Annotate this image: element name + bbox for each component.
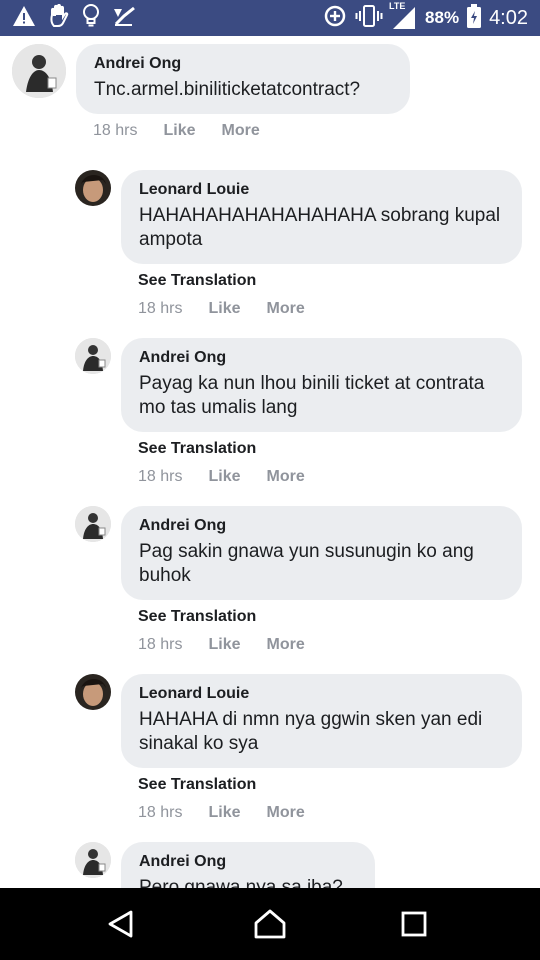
comment-text: Payag ka nun lhou binili ticket at contr… — [139, 373, 485, 418]
comment-time[interactable]: 18 hrs — [138, 300, 182, 318]
lte-signal-icon: LTE — [389, 1, 417, 31]
checkmark-icon — [112, 5, 136, 32]
comment-actions: 18 hrs Like More — [138, 804, 305, 822]
vibrate-icon — [355, 4, 383, 33]
battery-icon — [467, 3, 482, 33]
comment-bubble[interactable]: Andrei Ong Tnc.armel.biniliticketatcontr… — [76, 44, 410, 114]
more-button[interactable]: More — [266, 804, 304, 822]
back-icon[interactable] — [100, 906, 140, 942]
more-button[interactable]: More — [266, 468, 304, 486]
comment-text: Pero gnawa nya sa iba? — [139, 877, 343, 888]
comment-bubble[interactable]: Leonard Louie HAHAHA di nmn nya ggwin sk… — [121, 674, 522, 768]
lightbulb-icon — [82, 3, 100, 33]
see-translation-link[interactable]: See Translation — [138, 440, 256, 458]
data-saver-icon — [323, 4, 347, 33]
comment-actions: 18 hrs Like More — [138, 468, 305, 486]
comment-time[interactable]: 18 hrs — [138, 468, 182, 486]
reply-comment: Andrei Ong Pag sakin gnawa yun susunugin… — [0, 506, 540, 674]
more-button[interactable]: More — [221, 122, 259, 140]
comment-text: HAHAHAHAHAHAHAHAHA sobrang kupal ampota — [139, 205, 501, 250]
reply-comment: Leonard Louie HAHAHA di nmn nya ggwin sk… — [0, 674, 540, 842]
avatar[interactable] — [12, 44, 66, 98]
comment-text: Tnc.armel.biniliticketatcontract? — [94, 79, 361, 100]
comment-time[interactable]: 18 hrs — [138, 804, 182, 822]
battery-percent: 88% — [425, 8, 460, 27]
comment-bubble[interactable]: Andrei Ong Pag sakin gnawa yun susunugin… — [121, 506, 522, 600]
home-icon[interactable] — [250, 906, 290, 942]
clock: 4:02 — [489, 6, 528, 29]
avatar[interactable] — [75, 674, 111, 710]
comments-feed[interactable]: Andrei Ong Tnc.armel.biniliticketatcontr… — [0, 36, 540, 888]
avatar[interactable] — [75, 506, 111, 542]
comment-text: HAHAHA di nmn nya ggwin sken yan edi sin… — [139, 709, 483, 754]
navigation-bar — [0, 888, 540, 960]
notification-icons — [12, 3, 136, 33]
comment-author[interactable]: Leonard Louie — [139, 684, 504, 704]
avatar[interactable] — [75, 842, 111, 878]
reply-comment: Leonard Louie HAHAHAHAHAHAHAHAHA sobrang… — [0, 170, 540, 338]
see-translation-link[interactable]: See Translation — [138, 272, 256, 290]
more-button[interactable]: More — [266, 636, 304, 654]
status-bar: LTE 88% 4:02 — [0, 0, 540, 36]
avatar[interactable] — [75, 338, 111, 374]
comment-text: Pag sakin gnawa yun susunugin ko ang buh… — [139, 541, 474, 586]
comment-time[interactable]: 18 hrs — [138, 636, 182, 654]
comment-time[interactable]: 18 hrs — [93, 122, 137, 140]
like-button[interactable]: Like — [208, 636, 240, 654]
comment-author[interactable]: Andrei Ong — [94, 54, 392, 74]
avatar[interactable] — [75, 170, 111, 206]
see-translation-link[interactable]: See Translation — [138, 608, 256, 626]
comment-author[interactable]: Andrei Ong — [139, 516, 504, 536]
warning-icon — [12, 5, 36, 32]
comment: Andrei Ong Tnc.armel.biniliticketatcontr… — [0, 36, 540, 146]
comment-actions: 18 hrs Like More — [138, 300, 305, 318]
comment-author[interactable]: Andrei Ong — [139, 852, 357, 872]
comment-bubble[interactable]: Leonard Louie HAHAHAHAHAHAHAHAHA sobrang… — [121, 170, 522, 264]
reply-comment: Andrei Ong Payag ka nun lhou binili tick… — [0, 338, 540, 506]
hand-icon — [48, 3, 70, 33]
like-button[interactable]: Like — [208, 804, 240, 822]
reply-comment: Andrei Ong Pero gnawa nya sa iba? — [0, 842, 540, 888]
like-button[interactable]: Like — [208, 300, 240, 318]
like-button[interactable]: Like — [163, 122, 195, 140]
comment-bubble[interactable]: Andrei Ong Pero gnawa nya sa iba? — [121, 842, 375, 888]
recents-icon[interactable] — [394, 906, 434, 942]
comment-author[interactable]: Andrei Ong — [139, 348, 504, 368]
system-status: LTE 88% 4:02 — [323, 1, 528, 33]
comment-actions: 18 hrs Like More — [93, 122, 260, 140]
comment-bubble[interactable]: Andrei Ong Payag ka nun lhou binili tick… — [121, 338, 522, 432]
comment-actions: 18 hrs Like More — [138, 636, 305, 654]
more-button[interactable]: More — [266, 300, 304, 318]
comment-author[interactable]: Leonard Louie — [139, 180, 504, 200]
see-translation-link[interactable]: See Translation — [138, 776, 256, 794]
like-button[interactable]: Like — [208, 468, 240, 486]
